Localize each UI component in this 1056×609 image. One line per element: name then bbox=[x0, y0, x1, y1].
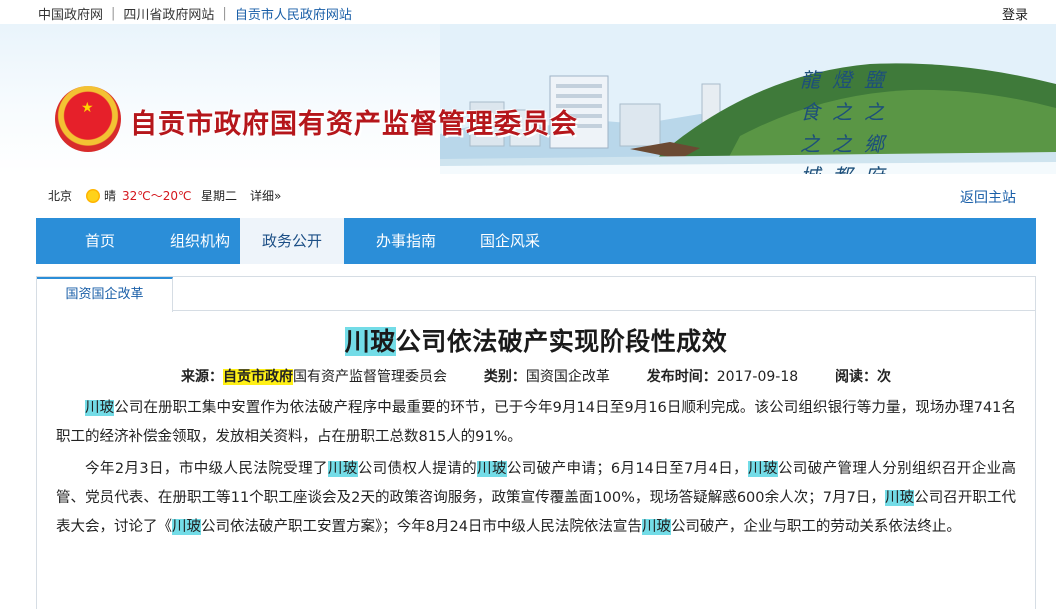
sunny-weather-icon bbox=[86, 189, 100, 203]
nav-item-government-affairs[interactable]: 政务公开 bbox=[240, 218, 344, 264]
meta-date: 2017-09-18 bbox=[716, 369, 799, 385]
return-main-site-link[interactable]: 返回主站 bbox=[960, 187, 1016, 207]
keyword-highlight: 川玻 bbox=[748, 461, 778, 477]
nav-item-home[interactable]: 首页 bbox=[52, 218, 148, 264]
national-emblem-icon bbox=[55, 86, 121, 152]
meta-source: 国有资产监督管理委员会 bbox=[292, 369, 447, 385]
meta-category-label: 类别： bbox=[483, 369, 526, 385]
keyword-highlight: 川玻 bbox=[477, 461, 507, 477]
keyword-highlight: 川玻 bbox=[327, 461, 358, 477]
article-title: 川玻公司依法破产实现阶段性成效 bbox=[36, 322, 1036, 358]
meta-date-label: 发布时间： bbox=[646, 369, 717, 385]
paragraph-text: 公司债权人提请的 bbox=[357, 461, 478, 477]
meta-source-highlight: 自贡市政府 bbox=[222, 369, 293, 385]
weather-temperature: 32℃～20℃ bbox=[122, 189, 192, 203]
site-links: 中国政府网 | 四川省政府网站 | 自贡市人民政府网站 bbox=[38, 4, 352, 23]
top-link-bar: 中国政府网 | 四川省政府网站 | 自贡市人民政府网站 登录 bbox=[0, 0, 1056, 24]
title-text: 公司依法破产实现阶段性成效 bbox=[395, 327, 728, 356]
keyword-highlight: 川玻 bbox=[172, 519, 201, 535]
keyword-highlight: 川玻 bbox=[885, 490, 915, 506]
article-paragraph: 川玻公司在册职工集中安置作为依法破产程序中最重要的环节，已于今年9月14日至9月… bbox=[56, 394, 1016, 452]
paragraph-text: 今年2月3日，市中级人民法院受理了 bbox=[85, 461, 328, 477]
link-separator: | bbox=[111, 6, 116, 21]
weather-detail-link[interactable]: 详细» bbox=[250, 187, 281, 204]
link-gov-cn[interactable]: 中国政府网 bbox=[38, 4, 103, 23]
nav-item-service-guide[interactable]: 办事指南 bbox=[354, 218, 458, 264]
panel-tab-line bbox=[37, 277, 1035, 311]
link-sichuan-gov[interactable]: 四川省政府网站 bbox=[123, 4, 214, 23]
article-paragraph: 今年2月3日，市中级人民法院受理了川玻公司债权人提请的川玻公司破产申请；6月14… bbox=[56, 455, 1016, 542]
article-meta: 来源：自贡市政府国有资产监督管理委员会 类别：国资国企改革 发布时间：2017-… bbox=[36, 366, 1036, 386]
site-title: 自贡市政府国有资产监督管理委员会 bbox=[130, 109, 578, 140]
nav-item-organization[interactable]: 组织机构 bbox=[148, 218, 252, 264]
link-separator: | bbox=[222, 6, 227, 21]
meta-reads: 次 bbox=[877, 369, 892, 385]
paragraph-text: 公司在册职工集中安置作为依法破产程序中最重要的环节，已于今年9月14日至9月16… bbox=[56, 400, 1017, 445]
emblem-star-icon: ★ bbox=[81, 100, 94, 116]
paragraph-text: 公司依法破产职工安置方案》；今年8月24日市中级人民法院依法宣告 bbox=[201, 519, 642, 535]
login-link[interactable]: 登录 bbox=[1002, 4, 1028, 23]
calligraphy-slogan: 龍燈鹽食之之之之鄉城都府 bbox=[800, 68, 896, 174]
keyword-highlight: 川玻 bbox=[85, 400, 115, 416]
weather-condition: 晴 bbox=[104, 189, 117, 203]
link-zigong-gov[interactable]: 自贡市人民政府网站 bbox=[235, 4, 352, 23]
meta-source-label: 来源： bbox=[180, 369, 223, 385]
main-nav: 首页 组织机构 政务公开 办事指南 国企风采 bbox=[36, 218, 1036, 264]
tab-soe-reform[interactable]: 国资国企改革 bbox=[37, 277, 173, 312]
weather-city: 北京 bbox=[48, 189, 73, 203]
header-banner: ★ 自贡市政府国有资产监督管理委员会 龍燈鹽食之之之之鄉城都府 bbox=[0, 24, 1056, 174]
city-skyline-image bbox=[440, 24, 1056, 174]
keyword-highlight: 川玻 bbox=[641, 519, 671, 535]
meta-category: 国资国企改革 bbox=[525, 369, 610, 385]
paragraph-text: 公司破产申请；6月14日至7月4日， bbox=[506, 461, 749, 477]
title-highlight: 川玻 bbox=[344, 327, 396, 356]
weekday: 星期二 bbox=[201, 189, 238, 203]
paragraph-text: 公司破产，企业与职工的劳动关系依法终止。 bbox=[670, 519, 961, 535]
weather-info-row: 北京 晴 32℃～20℃ 星期二 详细» 返回主站 bbox=[36, 176, 1036, 216]
nav-item-enterprise-showcase[interactable]: 国企风采 bbox=[458, 218, 562, 264]
meta-reads-label: 阅读： bbox=[835, 369, 878, 385]
